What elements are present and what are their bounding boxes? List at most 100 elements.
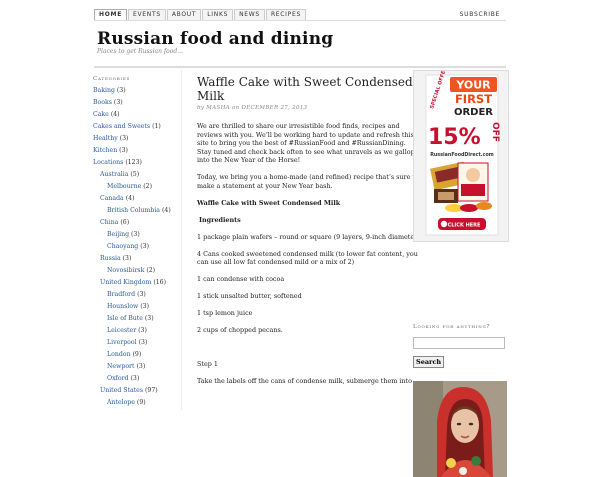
category-link[interactable]: United Kingdom <box>100 279 151 286</box>
category-count: (3) <box>113 99 123 106</box>
tab-links[interactable]: LINKS <box>202 9 234 20</box>
category-count: (3) <box>137 291 146 298</box>
categories-sidebar: Categories Baking (3) Books (3) Cake (4) Ca… <box>93 76 175 409</box>
category-item: Chaoyang (3) <box>93 241 175 253</box>
category-item: Locations (123) <box>93 157 175 169</box>
subscribe-link[interactable]: SUBSCRIBE <box>460 11 500 18</box>
category-item: China (6) <box>93 217 175 229</box>
category-item: Novosibirsk (2) <box>93 265 175 277</box>
category-item: Baking (3) <box>93 85 175 97</box>
category-link[interactable]: London <box>107 351 131 358</box>
category-link[interactable]: Novosibirsk <box>107 267 144 274</box>
category-link[interactable]: Australia <box>100 171 128 178</box>
category-item: Oxford (3) <box>93 373 175 385</box>
post-meta: by MASHA on DECEMBER 27, 2013 <box>197 105 421 111</box>
category-item: Russia (3) <box>93 253 175 265</box>
category-link[interactable]: Chaoyang <box>107 243 138 250</box>
ad-off: OFF <box>490 122 500 142</box>
category-count: (9) <box>132 351 142 358</box>
category-count: (3) <box>138 327 147 334</box>
category-count: (3) <box>119 147 128 154</box>
category-link[interactable]: Canada <box>100 195 124 202</box>
header-divider <box>94 66 506 68</box>
category-count: (3) <box>136 363 146 370</box>
category-link[interactable]: Antelope <box>107 399 135 406</box>
search-button[interactable]: Search <box>413 356 445 368</box>
category-item: Kitchen (3) <box>93 145 175 157</box>
site-title[interactable]: Russian food and dining <box>97 29 333 49</box>
category-count: (3) <box>119 135 129 142</box>
category-link[interactable]: British Columbia <box>107 207 160 214</box>
promo-banner[interactable]: SPECIAL OFFER YOUR FIRST ORDER 15% OFF R… <box>413 66 509 242</box>
category-item: United States (97) <box>93 385 175 397</box>
category-link[interactable]: Leicester <box>107 327 136 334</box>
category-link[interactable]: Bradford <box>107 291 135 298</box>
category-count: (3) <box>140 303 150 310</box>
category-link[interactable]: Liverpool <box>107 339 137 346</box>
tab-events[interactable]: EVENTS <box>128 9 166 20</box>
category-link[interactable]: United States <box>100 387 143 394</box>
category-count: (6) <box>120 219 130 226</box>
category-link[interactable]: Kitchen <box>93 147 117 154</box>
category-count: (3) <box>116 87 126 94</box>
category-item: British Columbia (4) <box>93 205 175 217</box>
category-link[interactable]: Baking <box>93 87 115 94</box>
category-item: Leicester (3) <box>93 325 175 337</box>
category-item: Isle of Bute (3) <box>93 313 175 325</box>
post-paragraph: We are thrilled to share our irresistibl… <box>197 122 415 164</box>
category-item: Bradford (3) <box>93 289 175 301</box>
category-link[interactable]: Russia <box>100 255 121 262</box>
tab-about[interactable]: ABOUT <box>166 9 202 20</box>
category-count: (4) <box>161 207 171 214</box>
category-count: (9) <box>136 399 146 406</box>
category-item: London (9) <box>93 349 175 361</box>
category-link[interactable]: Cake <box>93 111 109 118</box>
category-link[interactable]: Oxford <box>107 375 129 382</box>
search-input[interactable] <box>413 337 505 349</box>
ad-click-here: CLICK HERE <box>448 223 481 229</box>
ad-line-first: FIRST <box>455 92 492 106</box>
category-item: Liverpool (3) <box>93 337 175 349</box>
category-link[interactable]: Newport <box>107 363 135 370</box>
sidebar-photo <box>413 381 507 477</box>
top-navigation: HOME EVENTS ABOUT LINKS NEWS RECIPES SUB… <box>94 9 506 21</box>
promo-banner-graphic[interactable]: SPECIAL OFFER YOUR FIRST ORDER 15% OFF R… <box>414 66 508 241</box>
category-count: (2) <box>146 267 156 274</box>
post-paragraph: Take the labels off the cans of condense… <box>197 377 412 385</box>
search-heading: Looking for anything? <box>413 324 491 330</box>
category-count: (2) <box>143 183 152 190</box>
category-link[interactable]: Books <box>93 99 112 106</box>
post-paragraph: 1 stick unsalted butter, softened <box>197 292 302 300</box>
category-count: (4) <box>110 111 120 118</box>
category-link[interactable]: Locations <box>93 159 123 166</box>
category-item: Canada (4) <box>93 193 175 205</box>
category-link[interactable]: China <box>100 219 118 226</box>
post-subheading: Ingredients <box>199 215 241 224</box>
post-paragraph: Step 1 <box>197 360 218 368</box>
category-count: (3) <box>138 339 148 346</box>
tab-recipes[interactable]: RECIPES <box>265 9 306 20</box>
tab-home[interactable]: HOME <box>94 9 127 20</box>
nav-tabs: HOME EVENTS ABOUT LINKS NEWS RECIPES <box>94 9 506 20</box>
category-link[interactable]: Melbourne <box>107 183 141 190</box>
post-title[interactable]: Waffle Cake with Sweet Condensed Milk <box>197 75 421 103</box>
category-count: (3) <box>140 243 149 250</box>
category-link[interactable]: Cakes and Sweets <box>93 123 150 130</box>
category-link[interactable]: Isle of Bute <box>107 315 143 322</box>
post-paragraph: 2 cups of chopped pecans. <box>197 326 283 334</box>
category-link[interactable]: Beijing <box>107 231 129 238</box>
main-content: Waffle Cake with Sweet Condensed Milk by… <box>181 70 421 410</box>
category-link[interactable]: Healthy <box>93 135 118 142</box>
category-count: (3) <box>130 375 140 382</box>
categories-list: Baking (3) Books (3) Cake (4) Cakes and Swe… <box>93 85 175 409</box>
right-sidebar: SPECIAL OFFER YOUR FIRST ORDER 15% OFF R… <box>413 66 509 477</box>
post-paragraph <box>197 343 421 352</box>
category-item: Newport (3) <box>93 361 175 373</box>
category-item: Melbourne (2) <box>93 181 175 193</box>
category-count: (5) <box>130 171 140 178</box>
tab-news[interactable]: NEWS <box>234 9 265 20</box>
category-link[interactable]: Hounslow <box>107 303 138 310</box>
post-author[interactable]: MASHA <box>206 105 230 111</box>
post-paragraph: Today, we bring you a home-made (and ref… <box>197 173 419 190</box>
category-count: (123) <box>125 159 142 166</box>
